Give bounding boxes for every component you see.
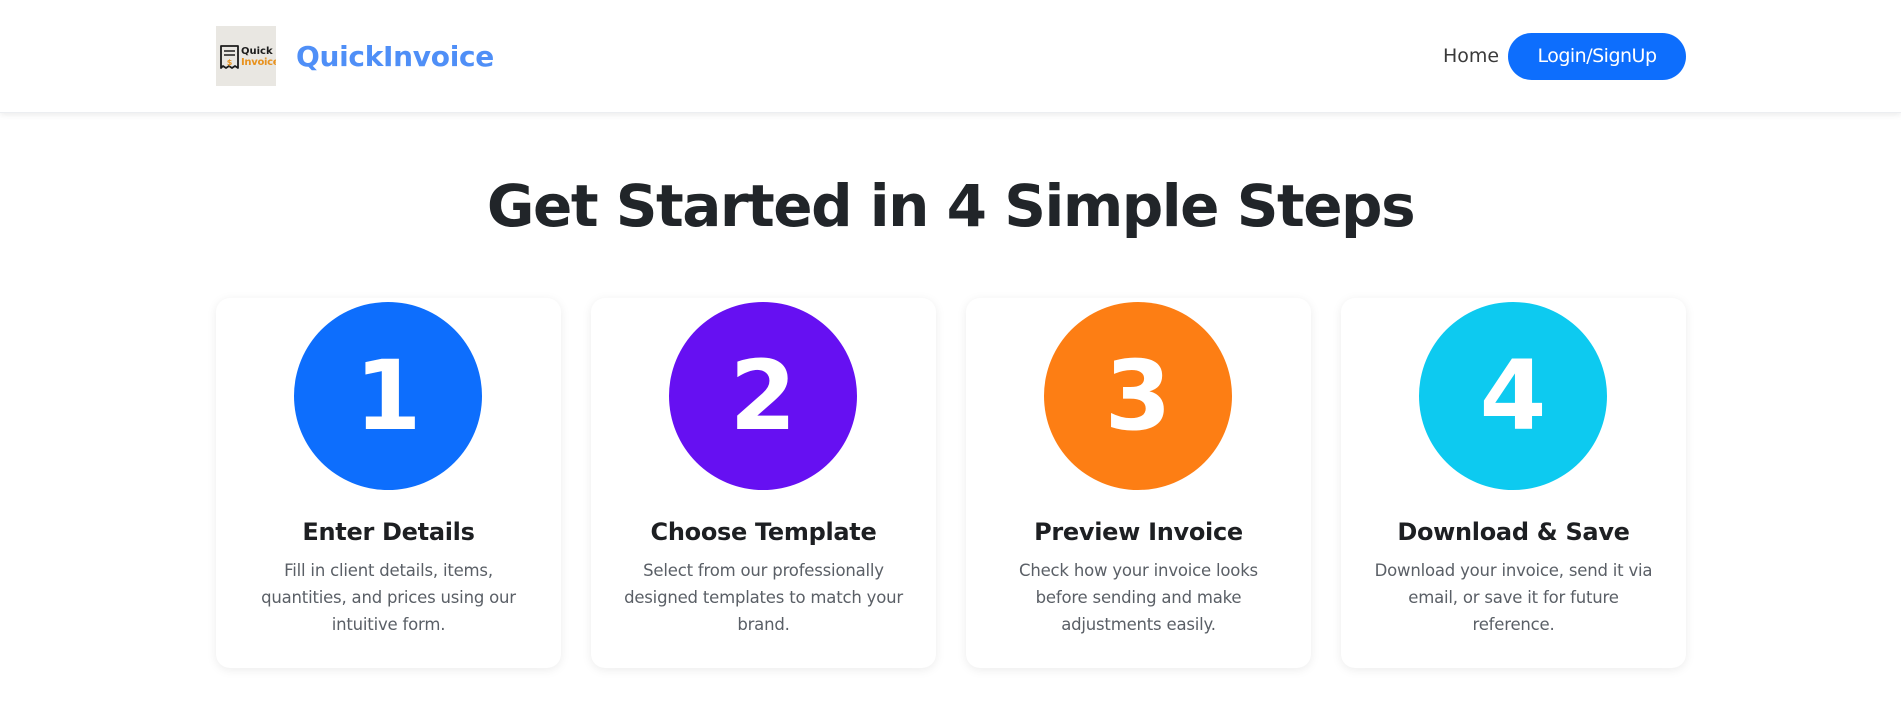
step-description: Check how your invoice looks before send… (1019, 561, 1258, 634)
step-number-badge: 3 (1044, 302, 1232, 490)
brand-name: QuickInvoice (296, 39, 494, 73)
brand-logo: $ Quick Invoice (216, 26, 276, 86)
logo-wordmark: Quick Invoice (241, 46, 276, 68)
step-description: Select from our professionally designed … (624, 561, 903, 634)
step-title: Enter Details (302, 518, 475, 546)
step-title: Choose Template (650, 518, 877, 546)
step-card-4: 4 Download & Save Download your invoice,… (1341, 298, 1686, 668)
steps-cards: 1 Enter Details Fill in client details, … (216, 298, 1686, 668)
step-title: Download & Save (1397, 518, 1630, 546)
section-title: Get Started in 4 Simple Steps (486, 172, 1416, 240)
step-description: Fill in client details, items, quantitie… (261, 561, 516, 634)
logo-word-invoice: Invoice (241, 57, 276, 68)
nav-link-home[interactable]: Home (1443, 42, 1499, 70)
login-signup-button[interactable]: Login/SignUp (1508, 33, 1686, 80)
svg-text:$: $ (227, 58, 233, 67)
step-card-2: 2 Choose Template Select from our profes… (591, 298, 936, 668)
logo-word-quick: Quick (241, 46, 273, 57)
step-description: Download your invoice, send it via email… (1374, 561, 1653, 634)
step-card-1: 1 Enter Details Fill in client details, … (216, 298, 561, 668)
step-title: Preview Invoice (1034, 518, 1243, 546)
brand-link[interactable]: $ Quick Invoice QuickInvoice (216, 26, 494, 86)
step-number-badge: 4 (1419, 302, 1607, 490)
step-card-3: 3 Preview Invoice Check how your invoice… (966, 298, 1311, 668)
navbar: $ Quick Invoice QuickInvoice Home Login/… (0, 0, 1901, 113)
step-number-badge: 2 (669, 302, 857, 490)
step-number-badge: 1 (294, 302, 482, 490)
